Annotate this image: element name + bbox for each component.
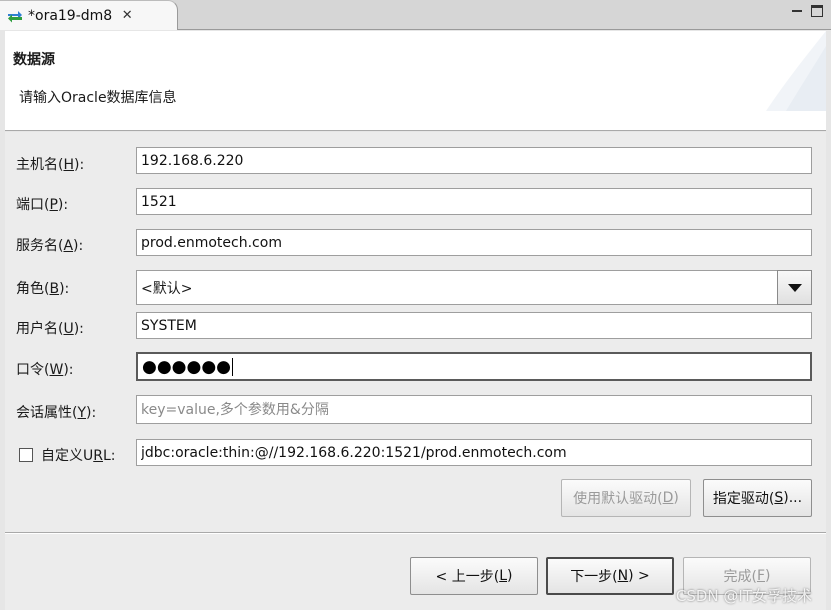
header-decoration-icon <box>766 31 826 111</box>
custom-url-checkbox-row[interactable]: 自定义URL: <box>19 445 116 465</box>
user-label: 用户名(U): <box>16 321 84 337</box>
custom-url-checkbox[interactable] <box>19 448 33 462</box>
tab-title: *ora19-dm8 <box>28 7 113 24</box>
connection-form: 主机名(H): 端口(P): 服务名(A): 角色(B): <默认> 用户名(U… <box>5 132 826 532</box>
page-title: 数据源 <box>13 52 55 68</box>
minimize-icon[interactable] <box>791 5 803 17</box>
session-props-label: 会话属性(Y): <box>16 405 97 421</box>
specify-driver-button[interactable]: 指定驱动(S)... <box>703 479 812 517</box>
watermark-text: CSDN @IT女孚技术 <box>675 587 812 605</box>
host-label: 主机名(H): <box>16 157 85 173</box>
password-label: 口令(W): <box>16 362 74 378</box>
close-icon[interactable]: ✕ <box>120 9 134 23</box>
chevron-down-icon <box>787 283 802 292</box>
sync-arrows-icon <box>8 10 22 22</box>
custom-url-input[interactable] <box>136 439 812 466</box>
role-select[interactable]: <默认> <box>136 270 812 305</box>
host-input[interactable] <box>136 147 812 174</box>
text-caret <box>232 357 234 376</box>
port-label: 端口(P): <box>16 197 69 213</box>
maximize-icon[interactable] <box>811 5 823 17</box>
dropdown-button[interactable] <box>777 270 812 305</box>
editor-tab-bar: *ora19-dm8 ✕ <box>0 0 831 30</box>
wizard-header: 数据源 请输入Oracle数据库信息 <box>5 31 826 131</box>
next-button[interactable]: 下一步(N) > <box>546 557 674 595</box>
wizard-footer: < 上一步(L) 下一步(N) > 完成(F) CSDN @IT女孚技术 <box>5 534 826 610</box>
password-mask: ●●●●●● <box>142 356 232 377</box>
service-name-input[interactable] <box>136 229 812 256</box>
custom-url-label: 自定义URL: <box>41 448 116 464</box>
default-driver-button[interactable]: 使用默认驱动(D) <box>561 479 691 517</box>
session-props-input[interactable] <box>136 395 812 424</box>
port-input[interactable] <box>136 188 812 215</box>
page-description: 请输入Oracle数据库信息 <box>19 90 177 106</box>
username-input[interactable] <box>136 312 812 339</box>
role-selected-value: <默认> <box>141 280 193 297</box>
service-label: 服务名(A): <box>16 238 84 254</box>
password-input[interactable]: ●●●●●● <box>136 352 812 381</box>
role-label: 角色(B): <box>16 281 70 297</box>
back-button[interactable]: < 上一步(L) <box>410 557 538 595</box>
editor-tab[interactable]: *ora19-dm8 ✕ <box>0 0 178 30</box>
